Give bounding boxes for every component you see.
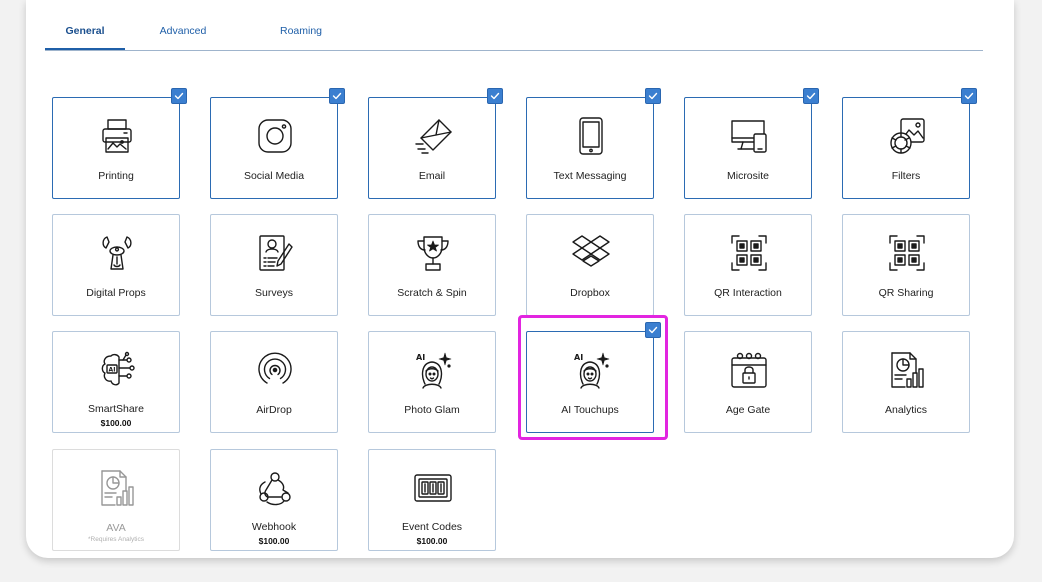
qr-code-icon: [729, 233, 769, 273]
feature-card-airdrop[interactable]: AirDrop: [210, 331, 338, 433]
feature-card-photo-glam[interactable]: AI Photo Glam: [368, 331, 496, 433]
feature-card-text-messaging[interactable]: Text Messaging: [526, 88, 661, 199]
feature-card-age-gate[interactable]: Age Gate: [684, 331, 812, 433]
feature-card-label: Event Codes: [401, 521, 463, 533]
envelope-send-icon: [413, 116, 453, 156]
feature-card-label: QR Sharing: [878, 287, 934, 299]
feature-card-label: AVA: [106, 522, 126, 534]
feature-card-label: AI Touchups: [561, 404, 619, 416]
feature-card-label: AirDrop: [256, 404, 292, 416]
tab-bar: General Advanced Roaming: [45, 12, 983, 51]
dog-face-icon: [97, 233, 137, 273]
feature-card-label: Microsite: [726, 170, 769, 182]
printer-icon: [97, 116, 137, 156]
feature-card-dropbox[interactable]: Dropbox: [526, 214, 654, 316]
feature-card-label: Analytics: [884, 404, 927, 416]
feature-card-label: Photo Glam: [404, 404, 460, 416]
selected-checkbox[interactable]: [171, 88, 187, 104]
feature-card-label: Social Media: [243, 170, 305, 182]
tablet-icon: [571, 116, 611, 156]
feature-card-label: Scratch & Spin: [397, 287, 467, 299]
feature-card-label: Surveys: [255, 287, 293, 299]
dropbox-icon: [571, 233, 611, 273]
feature-card-scratch-and-spin[interactable]: Scratch & Spin: [368, 214, 496, 316]
feature-card-qr-interaction[interactable]: QR Interaction: [684, 214, 812, 316]
selected-checkbox[interactable]: [645, 322, 661, 338]
webhook-icon: [255, 468, 295, 508]
feature-card-label: Text Messaging: [553, 170, 627, 182]
calendar-lock-icon: [729, 350, 769, 390]
feature-card-filters[interactable]: Filters: [842, 88, 977, 199]
feature-card-label: Age Gate: [725, 404, 771, 416]
analytics-report-icon: [887, 350, 927, 390]
feature-card-label: Webhook: [251, 521, 297, 533]
feature-card-label: QR Interaction: [714, 287, 782, 299]
ai-portrait-icon: AI: [571, 350, 611, 390]
feature-card-analytics[interactable]: Analytics: [842, 331, 970, 433]
filters-icon: [887, 116, 927, 156]
selected-checkbox[interactable]: [487, 88, 503, 104]
feature-card-surveys[interactable]: Surveys: [210, 214, 338, 316]
feature-card-note: *Requires Analytics: [88, 536, 144, 543]
feature-card-label: Filters: [891, 170, 921, 182]
airdrop-icon: [255, 350, 295, 390]
feature-card-social-media[interactable]: Social Media: [210, 88, 345, 199]
tab-roaming[interactable]: Roaming: [261, 12, 341, 49]
feature-card-price: $100.00: [258, 536, 290, 546]
selected-checkbox[interactable]: [329, 88, 345, 104]
feature-card-label: SmartShare: [87, 403, 145, 415]
event-codes-icon: [413, 468, 453, 508]
feature-card-printing[interactable]: Printing: [52, 88, 187, 199]
feature-card-ava: AVA *Requires Analytics: [52, 449, 180, 551]
feature-card-smartshare[interactable]: AI SmartShare $100.00: [52, 331, 180, 433]
feature-card-qr-sharing[interactable]: QR Sharing: [842, 214, 970, 316]
feature-card-price: $100.00: [416, 536, 448, 546]
ai-portrait-icon: AI: [413, 350, 453, 390]
devices-icon: [729, 116, 769, 156]
tab-general[interactable]: General: [45, 12, 125, 50]
selected-checkbox[interactable]: [645, 88, 661, 104]
feature-card-price: $100.00: [100, 418, 132, 428]
feature-card-label: Dropbox: [570, 287, 610, 299]
selected-checkbox[interactable]: [961, 88, 977, 104]
trophy-icon: [413, 233, 453, 273]
feature-card-email[interactable]: Email: [368, 88, 503, 199]
feature-card-microsite[interactable]: Microsite: [684, 88, 819, 199]
feature-card-label: Email: [418, 170, 446, 182]
survey-form-icon: [255, 233, 295, 273]
feature-card-event-codes[interactable]: Event Codes $100.00: [368, 449, 496, 551]
ai-brain-icon: AI: [97, 350, 137, 390]
svg-text:AI: AI: [109, 367, 116, 374]
tab-advanced[interactable]: Advanced: [143, 12, 223, 49]
analytics-report-icon: [97, 468, 137, 508]
feature-card-label: Printing: [98, 170, 134, 182]
feature-card-webhook[interactable]: Webhook $100.00: [210, 449, 338, 551]
qr-code-icon: [887, 233, 927, 273]
selected-checkbox[interactable]: [803, 88, 819, 104]
feature-card-label: Digital Props: [86, 287, 146, 299]
feature-card-ai-touchups[interactable]: AI AI Touchups: [526, 322, 661, 433]
svg-text:AI: AI: [574, 353, 583, 362]
instagram-icon: [255, 116, 295, 156]
feature-card-digital-props[interactable]: Digital Props: [52, 214, 180, 316]
settings-panel: General Advanced Roaming Printing Social …: [26, 0, 1014, 558]
svg-text:AI: AI: [416, 353, 425, 362]
